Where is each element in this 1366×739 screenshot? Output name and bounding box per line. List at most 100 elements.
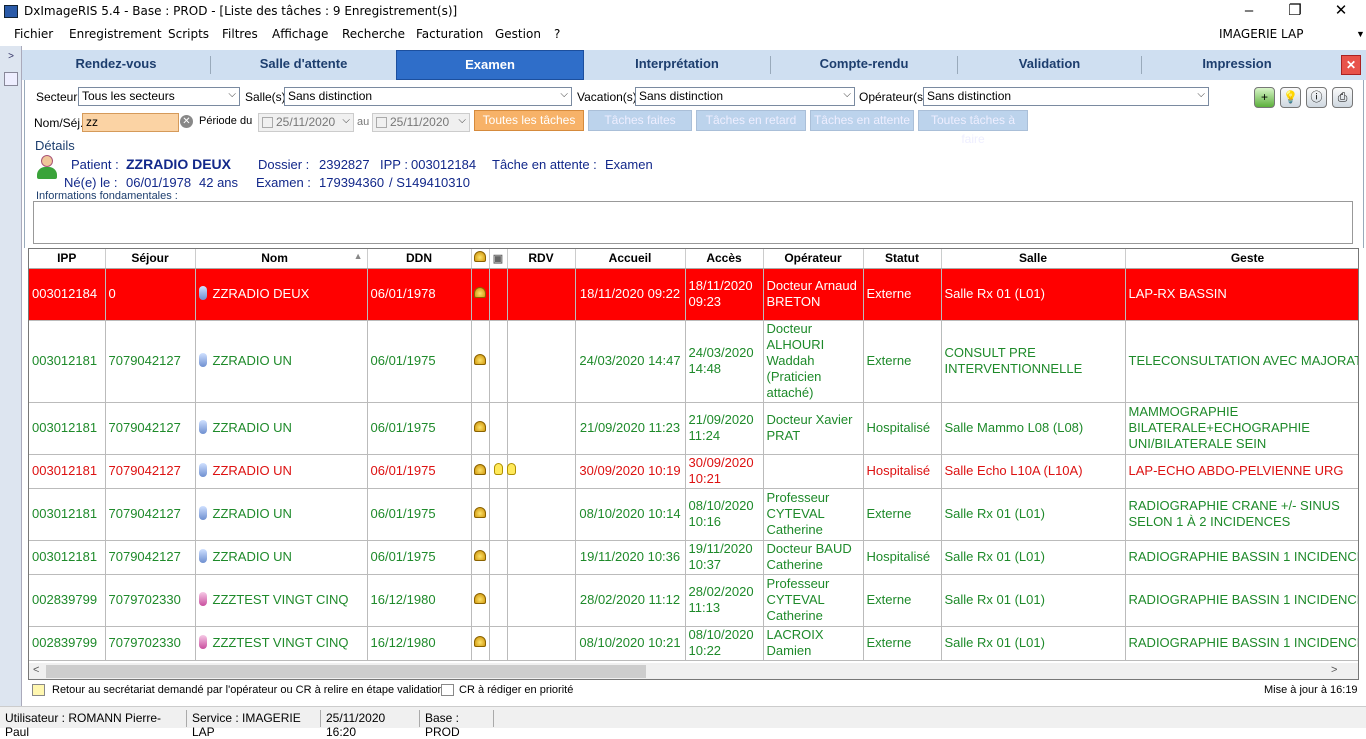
- col-ddn[interactable]: DDN: [367, 249, 472, 269]
- menu-scripts[interactable]: Scripts: [168, 27, 209, 41]
- menu-fichier[interactable]: Fichier: [14, 27, 53, 41]
- cell-acces: 18/11/2020 09:23: [685, 268, 764, 321]
- tab-compte-rendu[interactable]: Compte-rendu: [771, 50, 957, 80]
- toutes-taches-a-faire-button[interactable]: Toutes tâches à faire: [918, 110, 1028, 146]
- patient-name: ZZRADIO DEUX: [126, 156, 231, 172]
- cell-ipp: 002839799: [29, 626, 106, 661]
- table-row[interactable]: 003012181 7079042127 ZZRADIO UN 06/01/1975 1…: [29, 540, 1358, 575]
- tab-validation[interactable]: Validation: [958, 50, 1141, 80]
- cell-nom: ZZRADIO UN: [195, 540, 368, 575]
- add-icon[interactable]: +: [1254, 87, 1275, 108]
- document-icon[interactable]: [4, 72, 18, 86]
- cell-operateur: Docteur Arnaud BRETON: [763, 268, 864, 321]
- col-salle[interactable]: Salle: [941, 249, 1126, 269]
- secteur-select[interactable]: Tous les secteurs ⌵: [78, 87, 240, 106]
- col-acces[interactable]: Accès: [685, 249, 764, 269]
- cell-geste: RADIOGRAPHIE BASSIN 1 INCIDENCE: [1125, 540, 1358, 575]
- taches-faites-button[interactable]: Tâches faites: [588, 110, 692, 131]
- menu-filtres[interactable]: Filtres: [222, 27, 258, 41]
- cell-operateur: Professeur CYTEVAL Catherine: [763, 574, 864, 627]
- menu-affichage[interactable]: Affichage: [272, 27, 328, 41]
- close-window-button[interactable]: ✕: [1318, 0, 1364, 24]
- col-nom[interactable]: Nom ▲: [195, 249, 368, 269]
- col-bell[interactable]: [471, 249, 490, 269]
- infos-fondamentales-box[interactable]: [33, 201, 1353, 244]
- salle-label: Salle(s): [245, 90, 286, 104]
- table-row[interactable]: 003012181 7079042127 ZZRADIO UN 06/01/1975 2…: [29, 402, 1358, 455]
- cell-ddn: 06/01/1978: [367, 268, 472, 321]
- menu-facturation[interactable]: Facturation: [416, 27, 483, 41]
- tab-salle-attente[interactable]: Salle d'attente: [211, 50, 396, 80]
- col-nom-label: Nom: [261, 251, 288, 266]
- table-row[interactable]: 003012181 7079042127 ZZRADIO UN 06/01/1975 3…: [29, 454, 1358, 489]
- operateur-select[interactable]: Sans distinction ⌵: [923, 87, 1209, 106]
- bell-icon: [473, 550, 486, 561]
- date-to-picker[interactable]: 25/11/2020 ⌵: [372, 113, 470, 132]
- table-row[interactable]: 003012181 7079042127 ZZRADIO UN 06/01/1975 2…: [29, 320, 1358, 403]
- scanner-icon: ▣: [492, 253, 504, 266]
- toutes-taches-button[interactable]: Toutes les tâches: [474, 110, 584, 131]
- salle-select[interactable]: Sans distinction ⌵: [284, 87, 572, 106]
- maximize-button[interactable]: ❐: [1272, 0, 1318, 24]
- col-sejour[interactable]: Séjour: [105, 249, 196, 269]
- date-from-checkbox[interactable]: [262, 117, 273, 128]
- dossier-value: 2392827: [319, 157, 370, 172]
- menu-enregistrement[interactable]: Enregistrement: [69, 27, 162, 41]
- cell-accueil: 24/03/2020 14:47: [575, 320, 686, 403]
- cell-b2: [489, 320, 508, 403]
- table-row[interactable]: 003012181 7079042127 ZZRADIO UN 06/01/1975 0…: [29, 488, 1358, 541]
- cell-b2: [489, 402, 508, 455]
- cell-geste: RADIOGRAPHIE BASSIN 1 INCIDENCE: [1125, 626, 1358, 661]
- chevron-down-icon: ⌵: [228, 89, 236, 100]
- menu-gestion[interactable]: Gestion: [495, 27, 541, 41]
- cell-geste: MAMMOGRAPHIE BILATERALE+ECHOGRAPHIE UNI/…: [1125, 402, 1358, 455]
- cell-rdv: [507, 268, 576, 321]
- tab-impression[interactable]: Impression: [1142, 50, 1332, 80]
- col-geste[interactable]: Geste: [1125, 249, 1358, 269]
- minimize-button[interactable]: –: [1226, 0, 1272, 24]
- col-rdv[interactable]: RDV: [507, 249, 576, 269]
- scroll-right-icon[interactable]: >: [1331, 664, 1337, 676]
- table-row[interactable]: 002839799 7079702330 ZZZTEST VINGT CINQ 16/…: [29, 574, 1358, 627]
- scroll-left-icon[interactable]: <: [33, 664, 39, 676]
- col-statut[interactable]: Statut: [863, 249, 942, 269]
- date-from-picker[interactable]: 25/11/2020 ⌵: [258, 113, 354, 132]
- cell-b2: [489, 268, 508, 321]
- operateur-value: Sans distinction: [927, 89, 1012, 103]
- tab-rendez-vous[interactable]: Rendez-vous: [22, 50, 210, 80]
- cell-nom: ZZZTEST VINGT CINQ: [195, 574, 368, 627]
- tab-examen[interactable]: Examen: [396, 50, 584, 80]
- taches-attente-button[interactable]: Tâches en attente: [810, 110, 914, 131]
- menu-recherche[interactable]: Recherche: [342, 27, 405, 41]
- printer-icon[interactable]: ⎙: [1332, 87, 1353, 108]
- col-scanner[interactable]: ▣: [489, 249, 508, 269]
- menu-help[interactable]: ?: [554, 27, 560, 41]
- cell-acces: 28/02/2020 11:13: [685, 574, 764, 627]
- patient-gender-icon: [198, 420, 207, 434]
- cell-ipp: 003012181: [29, 320, 106, 403]
- cell-statut: Externe: [863, 488, 942, 541]
- taches-retard-button[interactable]: Tâches en retard: [696, 110, 806, 131]
- tab-interpretation[interactable]: Interprétation: [584, 50, 770, 80]
- clear-icon[interactable]: ✕: [180, 115, 193, 128]
- cell-nom-text: ZZRADIO UN: [212, 506, 292, 521]
- bell-icon: [474, 251, 486, 263]
- col-ipp[interactable]: IPP: [29, 249, 106, 269]
- date-to-checkbox[interactable]: [376, 117, 387, 128]
- nom-search-input[interactable]: zz: [82, 113, 179, 132]
- table-row[interactable]: 003012184 0 ZZRADIO DEUX 06/01/1978 18/11/20…: [29, 268, 1358, 321]
- service-dropdown-icon[interactable]: ▼: [1356, 29, 1365, 39]
- horizontal-scroll-thumb[interactable]: [46, 665, 646, 678]
- cell-salle: Salle Rx 01 (L01): [941, 488, 1126, 541]
- col-operateur[interactable]: Opérateur: [763, 249, 864, 269]
- vacation-select[interactable]: Sans distinction ⌵: [635, 87, 855, 106]
- bell-icon: [473, 354, 486, 365]
- col-accueil[interactable]: Accueil: [575, 249, 686, 269]
- expand-arrow-icon[interactable]: >: [4, 51, 18, 65]
- date-to-value: 25/11/2020: [390, 115, 450, 129]
- close-tab-icon[interactable]: ✕: [1341, 55, 1361, 75]
- table-row[interactable]: 002839799 7079702330 ZZZTEST VINGT CINQ 16/…: [29, 626, 1358, 661]
- cell-nom-text: ZZZTEST VINGT CINQ: [212, 635, 349, 650]
- lightbulb-icon[interactable]: 💡: [1280, 87, 1301, 108]
- info-icon[interactable]: ⓘ: [1306, 87, 1327, 108]
